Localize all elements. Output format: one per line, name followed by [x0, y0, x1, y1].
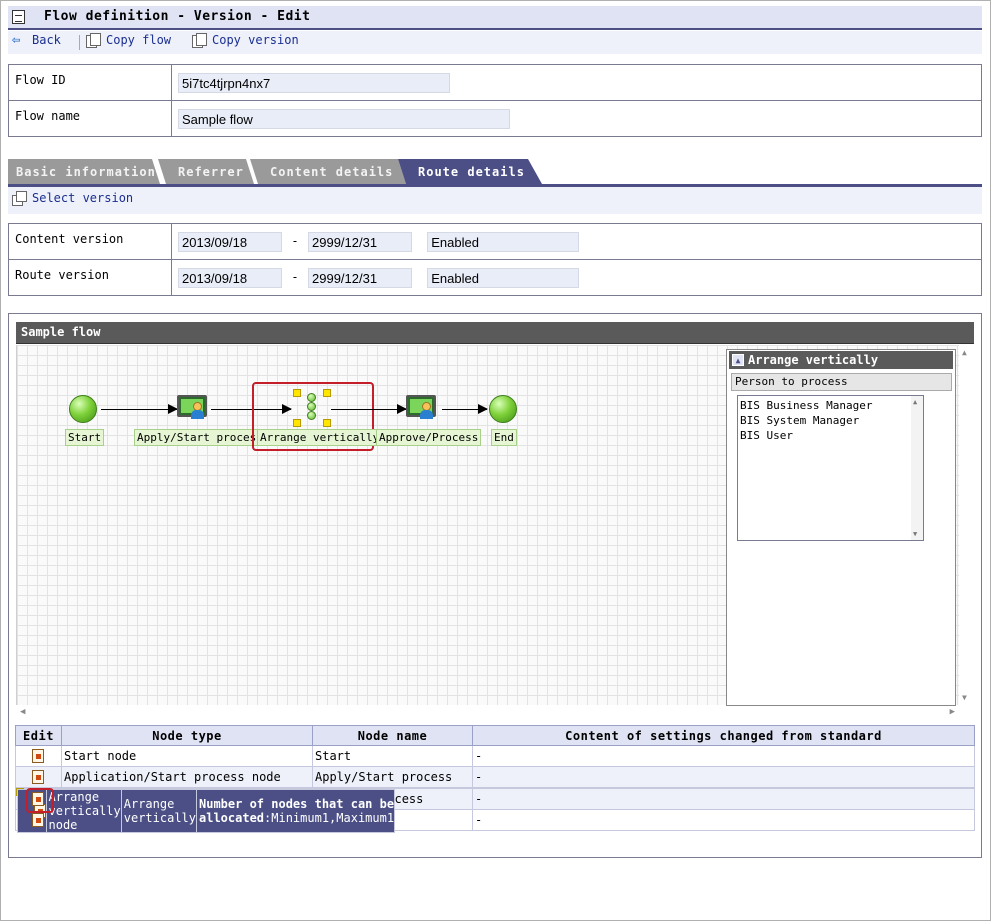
node-settings-table: Edit Node type Node name Content of sett… [15, 725, 975, 833]
tab-bar: Basic information Referrer Content detai… [8, 159, 982, 184]
content-version-to[interactable]: 2999/12/31 [308, 231, 412, 252]
route-version-status: Enabled [427, 267, 580, 288]
node-detail-panel: ▲ Arrange vertically Person to process B… [726, 349, 956, 706]
edit-icon[interactable] [32, 792, 44, 807]
toolbar: ⇦ Back Copy flow Copy version [8, 31, 982, 54]
route-version-label: Route version [8, 259, 172, 296]
person-list[interactable]: BIS Business Manager BIS System Manager … [737, 395, 924, 541]
range-dash: - [291, 234, 299, 248]
node-name-cell: Apply/Start process [312, 766, 473, 788]
selection-handle[interactable] [293, 389, 301, 397]
flow-arrow [101, 404, 178, 414]
collapse-icon[interactable]: ▲ [732, 354, 744, 366]
flow-info-table: Flow ID 5i7tc4tjrpn4nx7 Flow name Sample… [8, 64, 982, 137]
flow-id-label: Flow ID [8, 64, 172, 101]
copy-version-label: Copy version [212, 33, 299, 47]
flow-arrow [442, 404, 488, 414]
node-type-cell: Start node [61, 745, 313, 767]
list-scrollbar[interactable]: ▲ ▼ [911, 396, 923, 540]
column-header-edit: Edit [15, 725, 62, 746]
tab-content-details[interactable]: Content details [250, 159, 406, 184]
node-name-cell: Start [312, 745, 473, 767]
node-type-cell: Application/Start process node [61, 766, 313, 788]
copy-version-button[interactable]: Copy version [192, 33, 299, 48]
edit-icon[interactable] [32, 749, 44, 764]
start-node-icon[interactable] [69, 395, 97, 423]
content-cell: - [472, 766, 975, 788]
tab-basic-information[interactable]: Basic information [8, 159, 160, 184]
content-cell: - [472, 809, 975, 831]
vertical-scrollbar[interactable]: ▲ ▼ [959, 345, 974, 705]
route-version-to[interactable]: 2999/12/31 [308, 267, 412, 288]
route-version-from[interactable]: 2013/09/18 [178, 267, 282, 288]
selection-handle[interactable] [323, 389, 331, 397]
list-item[interactable]: BIS Business Manager [740, 398, 921, 413]
edit-icon[interactable] [32, 770, 44, 785]
list-item[interactable]: BIS User [740, 428, 921, 443]
copy-icon [192, 33, 207, 48]
content-version-status: Enabled [427, 231, 580, 252]
content-cell: - [472, 788, 975, 810]
node-label-apply-start[interactable]: Apply/Start process [134, 429, 266, 446]
selection-handle[interactable] [293, 419, 301, 427]
person-icon [420, 402, 433, 419]
copy-icon [86, 33, 101, 48]
selection-handle[interactable] [323, 419, 331, 427]
person-to-process-label: Person to process [731, 373, 952, 391]
page-title: Flow definition - Version - Edit [44, 9, 311, 24]
content-cell: - [472, 745, 975, 767]
node-label-end[interactable]: End [491, 429, 517, 446]
document-icon [12, 10, 25, 24]
person-icon [191, 402, 204, 419]
title-bar: Flow definition - Version - Edit [8, 6, 982, 30]
table-row[interactable]: Start node Start - [15, 745, 975, 767]
toolbar-separator [79, 35, 80, 50]
column-header-node-type: Node type [61, 725, 313, 746]
horizontal-scrollbar[interactable]: ◀ ▶ [16, 705, 959, 721]
content-cell: Number of nodes that can be allocated:Mi… [195, 789, 396, 833]
sub-toolbar: Select version [8, 187, 982, 214]
select-version-button[interactable]: Select version [12, 191, 134, 206]
scroll-up-icon[interactable]: ▲ [962, 348, 967, 357]
version-table: Content version 2013/09/18-2999/12/31 En… [8, 223, 982, 296]
content-value: :Minimum1,Maximum1 [264, 811, 395, 825]
end-node-icon[interactable] [489, 395, 517, 423]
node-detail-header[interactable]: ▲ Arrange vertically [729, 351, 953, 369]
edit-icon[interactable] [32, 813, 44, 828]
node-label-start[interactable]: Start [65, 429, 105, 446]
list-item[interactable]: BIS System Manager [740, 413, 921, 428]
scroll-right-icon[interactable]: ▶ [950, 707, 955, 717]
table-row-selected[interactable]: Arrange vertically node Arrange vertical… [15, 788, 396, 833]
copy-flow-label: Copy flow [106, 33, 172, 47]
node-label-approve-process[interactable]: Approve/Process [376, 429, 482, 446]
tab-referrer[interactable]: Referrer [158, 159, 254, 184]
vertical-branch-icon[interactable] [307, 393, 317, 421]
node-type-cell: Arrange vertically node [45, 789, 122, 833]
node-label-arrange-vertically[interactable]: Arrange vertically [257, 429, 383, 446]
flow-name-label: Flow name [8, 100, 172, 137]
scroll-down-icon[interactable]: ▼ [962, 693, 967, 702]
content-version-from[interactable]: 2013/09/18 [178, 231, 282, 252]
scroll-down-icon[interactable]: ▼ [913, 530, 917, 538]
back-label: Back [32, 33, 61, 47]
back-arrow-icon: ⇦ [12, 32, 21, 48]
diagram-title: Sample flow [16, 322, 974, 344]
node-detail-title: Arrange vertically [748, 353, 879, 367]
copy-flow-button[interactable]: Copy flow [86, 33, 172, 48]
scroll-up-icon[interactable]: ▲ [913, 398, 917, 406]
content-version-label: Content version [8, 223, 172, 260]
table-row[interactable]: Application/Start process node Apply/Sta… [15, 766, 975, 788]
range-dash: - [291, 270, 299, 284]
node-name-cell: Arrange vertically [120, 789, 198, 833]
flow-arrow [331, 404, 407, 414]
column-header-node-name: Node name [312, 725, 473, 746]
versions-icon [12, 191, 27, 206]
scroll-left-icon[interactable]: ◀ [20, 707, 25, 717]
flow-id-field[interactable]: 5i7tc4tjrpn4nx7 [178, 72, 450, 93]
select-version-label: Select version [32, 191, 134, 205]
column-header-content: Content of settings changed from standar… [472, 725, 975, 746]
back-button[interactable]: ⇦ Back [12, 33, 61, 47]
flow-name-field[interactable]: Sample flow [178, 108, 510, 129]
tab-route-details[interactable]: Route details [398, 159, 542, 184]
